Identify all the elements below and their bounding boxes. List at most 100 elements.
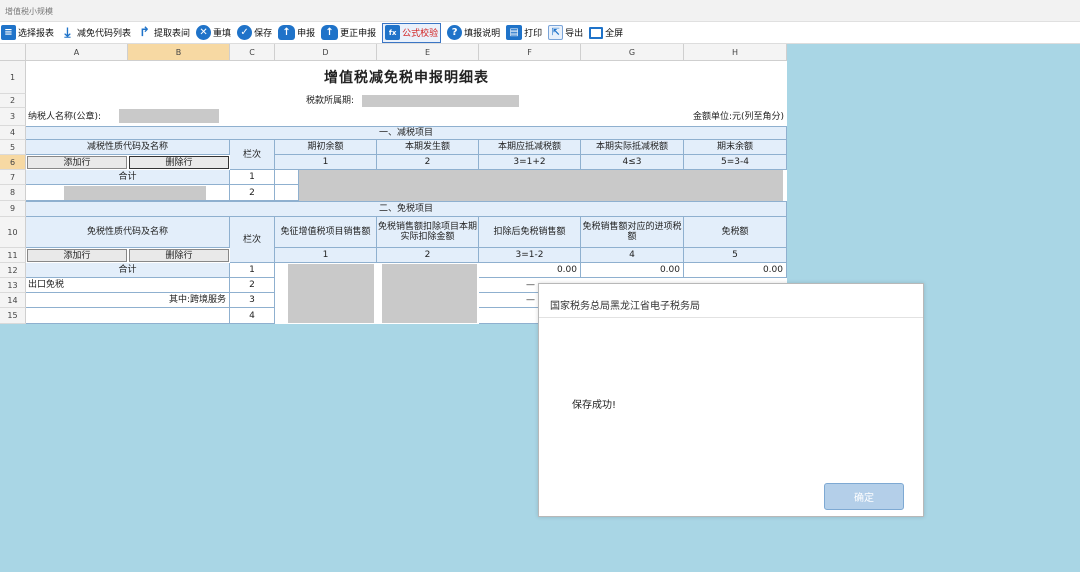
correct-declare-button[interactable]: ↑ 更正申报 [321, 23, 376, 43]
sheet-corner[interactable] [0, 44, 26, 61]
row-header[interactable]: 3 [0, 108, 26, 126]
row-header[interactable]: 14 [0, 293, 26, 308]
download-icon: ⤓ [64, 24, 71, 41]
total-value-cell[interactable]: 0.00 [684, 263, 787, 278]
line-number: 1 [230, 170, 275, 185]
extract-between-tables-button[interactable]: ↱ 提取表间 [137, 23, 190, 43]
exemption-code-header: 免税性质代码及名称 [26, 217, 230, 248]
line-number: 3 [230, 293, 275, 308]
column-header[interactable]: D [275, 44, 377, 61]
col-number: 2 [377, 248, 479, 263]
reduction-code-header: 减税性质代码及名称 [26, 140, 230, 155]
input-cell[interactable] [275, 170, 299, 185]
col-number: 5 [684, 248, 787, 263]
ok-button[interactable]: 确定 [824, 483, 904, 510]
section-reduction-header: 一、减税项目 [26, 126, 787, 140]
col-number: 2 [377, 155, 479, 170]
help-icon: ? [447, 25, 463, 40]
amount-unit-label: 金额单位:元(列至角分) [692, 112, 784, 122]
col-number: 3=1+2 [479, 155, 581, 170]
line-no-header: 栏次 [230, 217, 275, 263]
col-number: 1 [275, 248, 377, 263]
column-header[interactable]: B [128, 44, 230, 61]
delete-row-button[interactable]: 删除行 [129, 156, 229, 169]
export-button[interactable]: ⇱ 导出 [548, 23, 583, 43]
row-header[interactable]: 15 [0, 308, 26, 324]
row-header[interactable]: 7 [0, 170, 26, 185]
period-label: 税款所属期: [305, 96, 355, 106]
period-value-redacted [362, 95, 519, 107]
row-header[interactable]: 10 [0, 217, 26, 248]
column-header[interactable]: G [581, 44, 684, 61]
refill-button[interactable]: ✕ 重填 [196, 23, 231, 43]
print-button[interactable]: ▤ 打印 [506, 23, 542, 43]
column-header[interactable]: A [26, 44, 128, 61]
row-header[interactable]: 11 [0, 248, 26, 263]
column-header[interactable]: F [479, 44, 581, 61]
row-header[interactable]: 9 [0, 201, 26, 217]
save-button[interactable]: ✓ 保存 [237, 23, 272, 43]
row-header[interactable]: 1 [0, 61, 26, 94]
cloud-upload-icon: ↑ [321, 25, 339, 40]
row-header[interactable]: 12 [0, 263, 26, 278]
form-title: 增值税减免税申报明细表 [324, 69, 489, 86]
input-cell[interactable] [275, 185, 299, 201]
total-value-cell[interactable]: 0.00 [479, 263, 581, 278]
close-circle-icon: ✕ [196, 25, 212, 40]
col-header: 本期发生额 [377, 140, 479, 155]
list-icon: ≡ [1, 25, 16, 40]
formula-check-button[interactable]: fx 公式校验 [382, 22, 442, 43]
fullscreen-button[interactable]: 全屏 [589, 23, 623, 43]
add-row-button[interactable]: 添加行 [27, 156, 127, 169]
col-number: 1 [275, 155, 377, 170]
col-header: 期末余额 [684, 140, 787, 155]
column-header[interactable]: C [230, 44, 275, 61]
col-header: 本期应抵减税额 [479, 140, 581, 155]
line-no-header: 栏次 [230, 140, 275, 170]
line-number: 4 [230, 308, 275, 324]
printer-icon: ▤ [506, 25, 523, 40]
col-number: 4 [581, 248, 684, 263]
row-header[interactable]: 2 [0, 94, 26, 108]
exemption-sales-redacted [288, 264, 374, 323]
add-row-button[interactable]: 添加行 [27, 249, 127, 262]
window-title: 增值税小规模 [5, 7, 53, 16]
select-report-button[interactable]: ≡ 选择报表 [1, 23, 54, 43]
export-exemption-label: 出口免税 [26, 278, 230, 293]
save-success-dialog: 国家税务总局黑龙江省电子税务局 保存成功! 确定 [538, 283, 924, 517]
column-header[interactable]: E [377, 44, 479, 61]
exemption-code-list-button[interactable]: ⤓ 减免代码列表 [60, 23, 131, 43]
input-cell[interactable] [479, 308, 538, 324]
fill-instructions-button[interactable]: ? 填报说明 [447, 23, 500, 43]
spreadsheet[interactable]: A B C D E F G H 1 2 3 4 5 6 7 8 9 10 11 … [0, 44, 787, 324]
dash-cell: — [479, 278, 538, 293]
taxpayer-label: 纳税人名称(公章): [28, 112, 102, 122]
export-icon: ⇱ [548, 25, 564, 40]
col-header: 扣除后免税销售额 [479, 217, 581, 248]
row-header[interactable]: 8 [0, 185, 26, 201]
cross-border-service-label: 其中:跨境服务 [26, 293, 230, 308]
total-value-cell[interactable]: 0.00 [581, 263, 684, 278]
exemption-total-label: 合计 [26, 263, 230, 278]
declare-button[interactable]: ↑ 申报 [278, 23, 315, 43]
line-number: 2 [230, 185, 275, 201]
dialog-title: 国家税务总局黑龙江省电子税务局 [539, 284, 923, 318]
row-header[interactable]: 4 [0, 126, 26, 140]
row-header[interactable]: 5 [0, 140, 26, 155]
reduction-code-redacted [64, 186, 206, 200]
fullscreen-icon [589, 26, 604, 39]
reduction-values-redacted [299, 170, 783, 201]
col-header: 本期实际抵减税额 [581, 140, 684, 155]
deduction-amount-redacted [382, 264, 477, 323]
column-header[interactable]: H [684, 44, 787, 61]
line-number: 1 [230, 263, 275, 278]
line-number: 2 [230, 278, 275, 293]
delete-row-button[interactable]: 删除行 [129, 249, 229, 262]
input-cell[interactable] [26, 308, 230, 324]
row-header[interactable]: 13 [0, 278, 26, 293]
dialog-message: 保存成功! [572, 400, 617, 411]
col-header: 免税额 [684, 217, 787, 248]
row-header[interactable]: 6 [0, 155, 26, 170]
col-header: 期初余额 [275, 140, 377, 155]
section-exemption-header: 二、免税项目 [26, 201, 787, 217]
